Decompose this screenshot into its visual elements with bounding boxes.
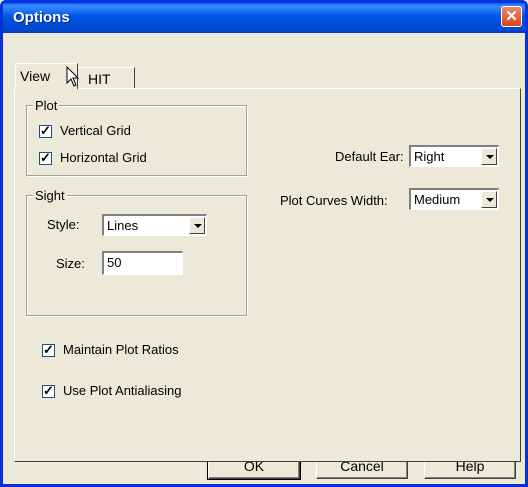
style-select-value: Lines bbox=[107, 218, 139, 233]
vertical-grid-checkbox[interactable] bbox=[39, 123, 52, 139]
use-plot-antialiasing-label: Use Plot Antialiasing bbox=[63, 383, 182, 398]
tab-hit[interactable]: HIT bbox=[77, 67, 135, 89]
close-button[interactable]: ✕ bbox=[501, 6, 522, 27]
default-ear-value: Right bbox=[414, 149, 445, 164]
use-plot-antialiasing-checkbox[interactable] bbox=[42, 383, 55, 399]
default-ear-select[interactable]: Right bbox=[409, 145, 499, 167]
style-label: Style: bbox=[47, 217, 80, 232]
plot-group-label: Plot bbox=[33, 98, 60, 113]
sight-group-label: Sight bbox=[33, 188, 67, 203]
chevron-down-icon[interactable] bbox=[481, 148, 497, 165]
chevron-down-icon[interactable] bbox=[481, 191, 497, 208]
maintain-plot-ratios-label: Maintain Plot Ratios bbox=[63, 342, 179, 357]
default-ear-label: Default Ear: bbox=[335, 149, 404, 164]
mouse-cursor-icon bbox=[66, 66, 80, 87]
horizontal-grid-checkbox[interactable] bbox=[39, 150, 52, 166]
title-bar[interactable]: Options ✕ bbox=[3, 3, 525, 33]
chevron-down-icon[interactable] bbox=[189, 217, 205, 234]
maintain-plot-ratios-checkbox[interactable] bbox=[42, 342, 55, 358]
tab-view-label: View bbox=[20, 68, 51, 84]
plot-curves-width-select[interactable]: Medium bbox=[409, 188, 499, 210]
size-input[interactable]: 50 bbox=[102, 251, 183, 275]
plot-group: Plot Vertical Grid Horizontal Grid bbox=[26, 98, 247, 176]
tab-hit-label: HIT bbox=[88, 71, 111, 87]
style-select[interactable]: Lines bbox=[102, 214, 207, 236]
window-title: Options bbox=[13, 9, 70, 26]
view-tab-panel: Plot Vertical Grid Horizontal Grid Sight… bbox=[14, 88, 521, 462]
horizontal-grid-label: Horizontal Grid bbox=[60, 150, 147, 165]
plot-curves-width-value: Medium bbox=[414, 192, 461, 207]
size-label: Size: bbox=[56, 256, 85, 271]
vertical-grid-label: Vertical Grid bbox=[60, 123, 131, 138]
close-icon: ✕ bbox=[505, 8, 518, 25]
sight-group: Sight Style: Lines Size: 50 bbox=[26, 188, 247, 316]
plot-curves-width-label: Plot Curves Width: bbox=[280, 193, 388, 208]
dialog-client-area: View HIT Plot Vertical Grid Horizontal G… bbox=[3, 33, 525, 484]
